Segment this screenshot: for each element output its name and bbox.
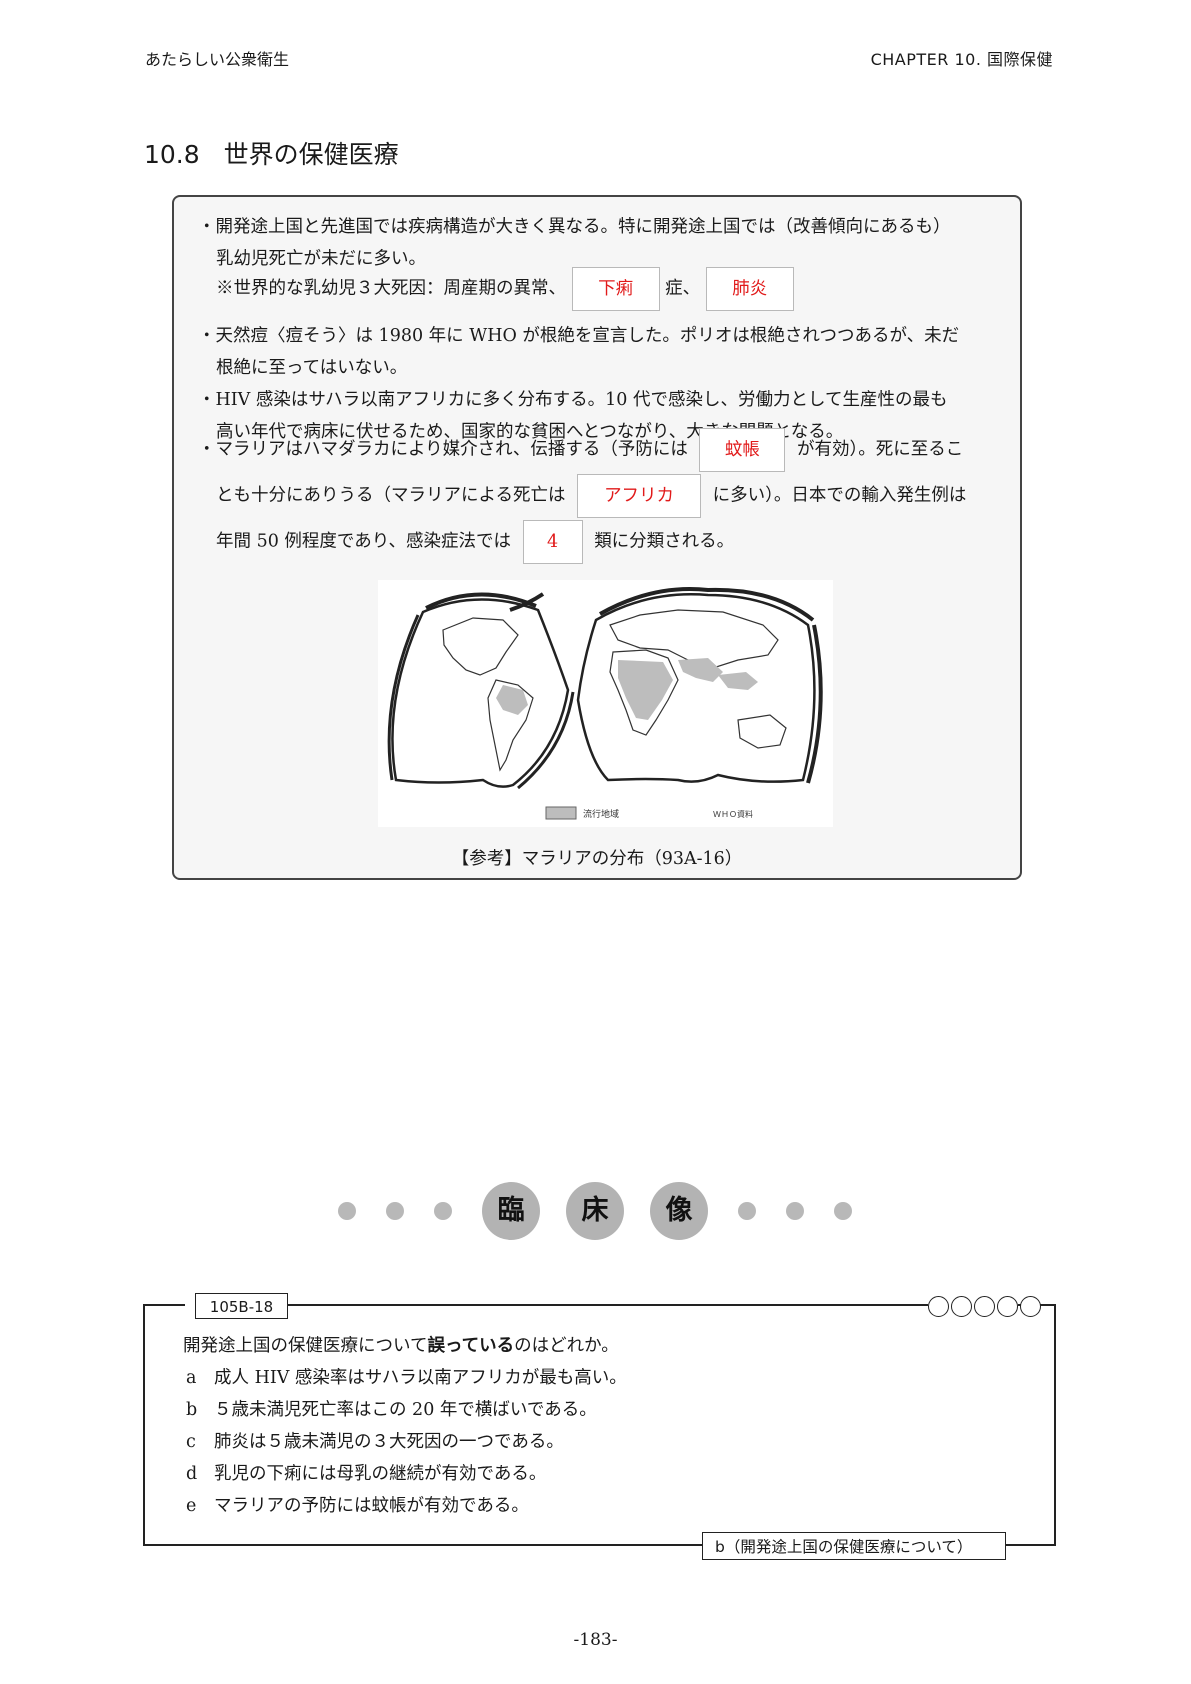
bullet-1-line-3: ※世界的な乳幼児３大死因：周産期の異常、 下痢 症、 肺炎 [216,267,794,311]
choice-label: e [186,1496,197,1516]
frame-bottom-right-rule [1006,1544,1056,1546]
clinical-heading: 臨 床 像 [0,1177,1191,1247]
section-number: 10.8 [144,140,200,169]
bullet-4-line-3: 年間 50 例程度であり、感染症法では 4 類に分類される。 [216,520,734,564]
decor-dot [786,1202,804,1220]
choice-c: c 肺炎は５歳未満児の３大死因の一つである。 [186,1428,564,1453]
malaria-class-label: 年間 50 例程度であり、感染症法では [216,531,512,552]
stem-suffix: のはどれか。 [514,1336,619,1356]
question-id: 105B-18 [195,1293,288,1319]
difficulty-circle [951,1296,973,1317]
malaria-distribution-map: 流行地域 ＷＨＯ資料 [378,580,833,827]
section-heading: 世界の保健医療 [223,140,399,169]
clinical-char-2: 床 [566,1182,624,1240]
summary-panel: ・開発途上国と先進国では疾病構造が大きく異なる。特に開発途上国では（改善傾向にあ… [172,195,1022,880]
decor-dot [338,1202,356,1220]
decor-dot [738,1202,756,1220]
choice-e: e マラリアの予防には蚊帳が有効である。 [186,1492,529,1517]
question-stem: 開発途上国の保健医療について誤っているのはどれか。 [183,1332,619,1357]
bullet-4-line-2: とも十分にありうる（マラリアによる死亡は アフリカ に多い）。日本での輸入発生例… [216,474,966,518]
choice-label: b [186,1400,198,1420]
choice-label: c [186,1432,196,1452]
choice-text: 成人 HIV 感染率はサハラ以南アフリカが最も高い。 [214,1368,627,1388]
difficulty-circles [928,1296,1042,1318]
malaria-line-2-end: に多い）。日本での輸入発生例は [712,485,967,506]
blank-diarrhea: 下痢 [571,267,660,311]
malaria-line-1-end: が有効）。死に至るこ [796,439,964,460]
map-legend-label: 流行地域 [583,808,619,820]
decor-dot [434,1202,452,1220]
bullet-2-line-1: ・天然痘〈痘そう〉は 1980 年に WHO が根絶を宣言した。ポリオは根絶され… [198,326,960,346]
map-legend-swatch [545,806,577,820]
choice-text: ５歳未満児死亡率はこの 20 年で横ばいである。 [214,1400,597,1420]
choice-text: 乳児の下痢には母乳の継続が有効である。 [214,1464,547,1484]
map-source: ＷＨＯ資料 [713,809,753,819]
clinical-char-3: 像 [650,1182,708,1240]
running-header-chapter: CHAPTER 10. 国際保健 [870,50,1053,69]
choice-text: マラリアの予防には蚊帳が有効である。 [214,1496,529,1516]
choice-a: a 成人 HIV 感染率はサハラ以南アフリカが最も高い。 [186,1364,627,1389]
difficulty-circle [1020,1296,1042,1317]
map-caption: 【参考】マラリアの分布（93A-16） [451,849,743,869]
choice-b: b ５歳未満児死亡率はこの 20 年で横ばいである。 [186,1396,597,1421]
bullet-3-line-1: ・HIV 感染はサハラ以南アフリカに多く分布する。10 代で感染し、労働力として… [198,390,948,410]
clinical-char-1: 臨 [482,1182,540,1240]
frame-top-left-rule [143,1304,185,1306]
page-number: -183- [573,1630,618,1650]
section-title: 10.8 世界の保健医療 [144,135,399,171]
difficulty-circle [928,1296,949,1317]
decor-dot [386,1202,404,1220]
choice-text: 肺炎は５歳未満児の３大死因の一つである。 [214,1432,564,1452]
running-header-book-title: あたらしい公衆衛生 [145,50,290,69]
decor-dot [834,1202,852,1220]
choice-d: d 乳児の下痢には母乳の継続が有効である。 [186,1460,546,1485]
blank-africa: アフリカ [577,474,702,518]
syndrome-suffix: 症、 [665,278,701,299]
difficulty-circle [974,1296,996,1317]
stem-emphasis: 誤っている [427,1336,515,1356]
difficulty-circle [997,1296,1019,1317]
blank-mosquito-net: 蚊帳 [699,428,786,472]
choice-label: a [186,1368,197,1388]
bullet-4-line-1: ・マラリアはハマダラカにより媒介され、伝播する（予防には 蚊帳 が有効）。死に至… [198,428,963,472]
choice-label: d [186,1464,198,1484]
answer-box: b（開発途上国の保健医療について） [702,1532,1006,1560]
blank-pneumonia: 肺炎 [705,267,794,311]
frame-top-rule [288,1304,928,1306]
bullet-1-line-1: ・開発途上国と先進国では疾病構造が大きく異なる。特に開発途上国では（改善傾向にあ… [198,217,951,237]
malaria-line-3-end: 類に分類される。 [594,531,735,552]
malaria-death-label: とも十分にありうる（マラリアによる死亡は [216,485,566,506]
malaria-intro: ・マラリアはハマダラカにより媒介され、伝播する（予防には [198,439,688,460]
bullet-2-line-2: 根絶に至ってはいない。 [216,358,408,378]
blank-category: 4 [522,520,583,564]
three-causes-label: ※世界的な乳幼児３大死因：周産期の異常、 [216,278,566,299]
world-map-graphic: 流行地域 ＷＨＯ資料 [387,587,823,820]
stem-prefix: 開発途上国の保健医療について [183,1336,428,1356]
frame-bottom-rule [143,1544,702,1546]
